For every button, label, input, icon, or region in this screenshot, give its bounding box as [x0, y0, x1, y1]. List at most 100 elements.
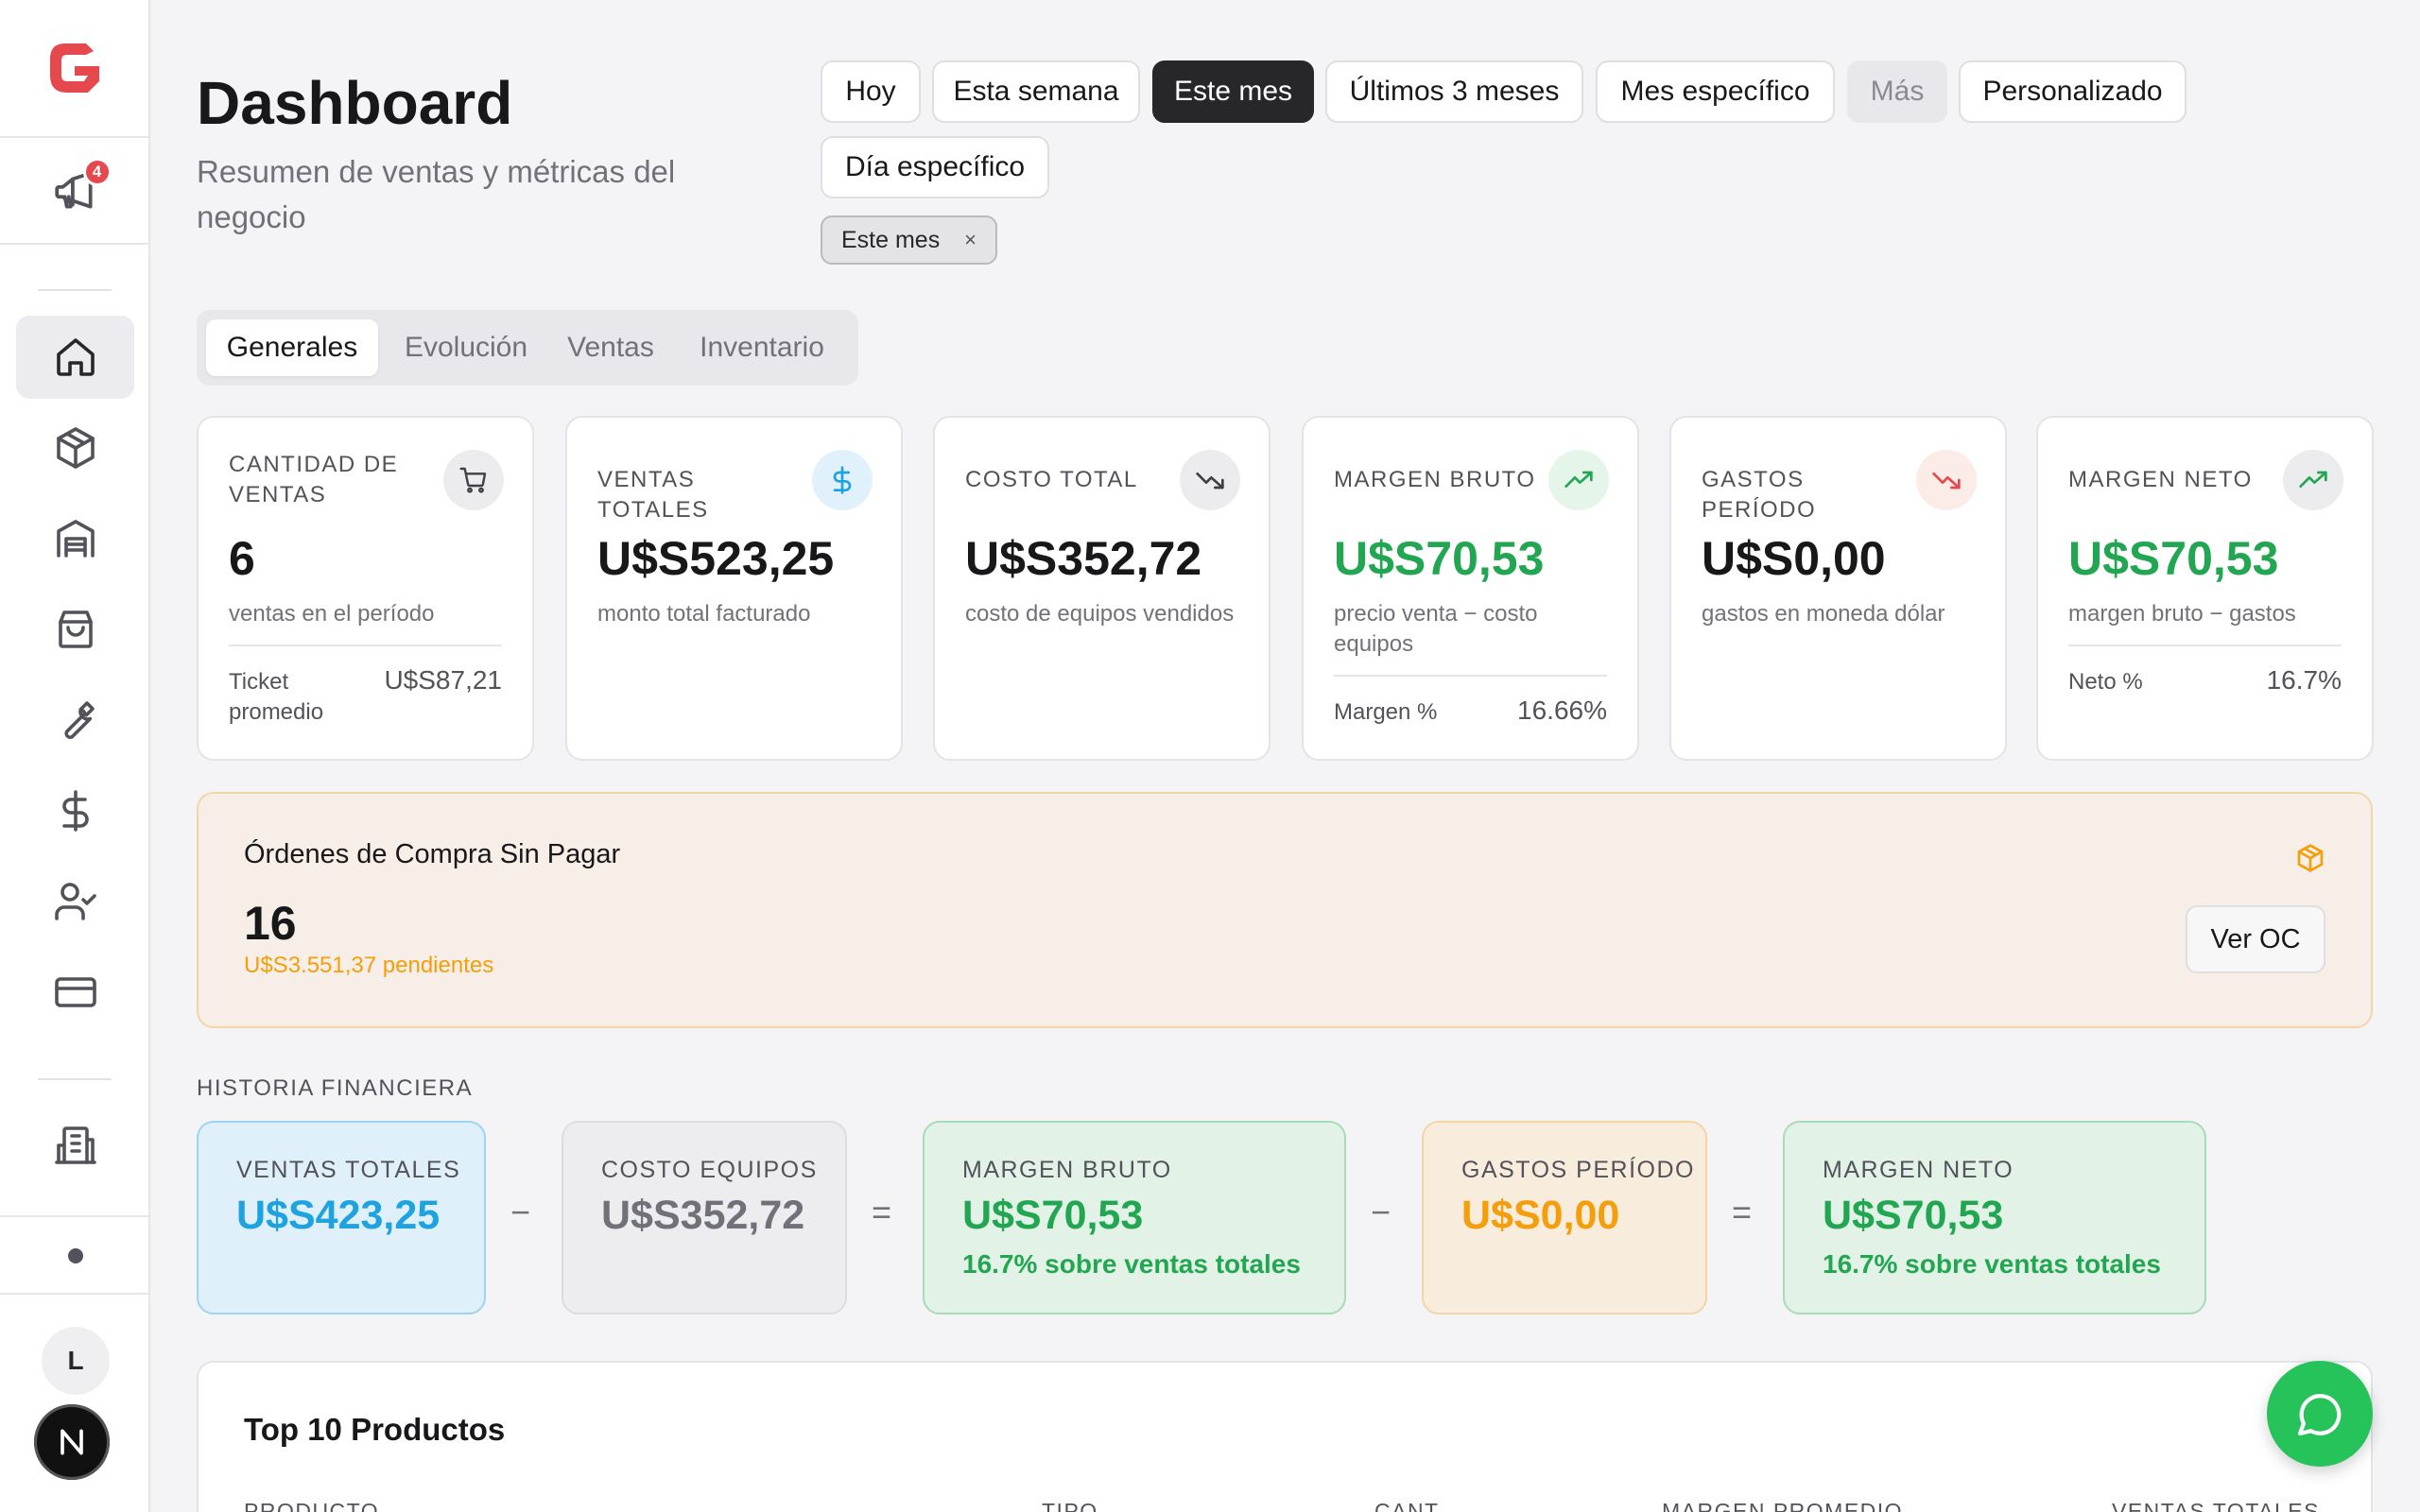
history-net-margin: MARGEN NETO U$S70,53 16.7% sobre ventas … — [1783, 1121, 2206, 1314]
page-subtitle: Resumen de ventas y métricas del negocio — [197, 154, 676, 234]
nav-inventory[interactable] — [16, 497, 134, 580]
filter-more[interactable]: Más — [1847, 60, 1947, 123]
package-icon — [2297, 844, 2324, 872]
filter-this-week[interactable]: Esta semana — [932, 60, 1140, 123]
shopping-bag-icon — [58, 610, 93, 648]
kpi-card-period-expenses: GASTOS PERÍODO U$S0,00 gastos en moneda … — [1669, 416, 2007, 761]
kpi-value: U$S70,53 — [1334, 532, 1545, 585]
n-logo-icon — [60, 1429, 83, 1455]
kpi-card-sales-count: CANTIDAD DE VENTAS 6 ventas en el períod… — [197, 416, 534, 761]
tab-inventario[interactable]: Inventario — [677, 319, 847, 376]
history-period-expenses: GASTOS PERÍODO U$S0,00 — [1422, 1121, 1707, 1314]
filter-specific-month[interactable]: Mes específico — [1596, 60, 1835, 123]
user-avatar[interactable]: L — [42, 1327, 110, 1395]
history-value: U$S0,00 — [1461, 1193, 1620, 1238]
filter-this-month[interactable]: Este mes — [1152, 60, 1314, 123]
history-value: U$S70,53 — [962, 1193, 1144, 1238]
chip-close-icon[interactable]: × — [964, 228, 977, 252]
app-logo[interactable] — [0, 0, 148, 138]
sidebar: 4 L — [0, 0, 150, 1512]
kpi-value: U$S0,00 — [1702, 532, 1886, 585]
page-title: Dashboard — [197, 69, 513, 137]
tab-generales[interactable]: Generales — [206, 319, 378, 376]
chip-label: Este mes — [841, 226, 941, 253]
history-subtext: 16.7% sobre ventas totales — [1823, 1249, 2161, 1279]
wrench-icon — [63, 701, 95, 739]
kpi-value: U$S70,53 — [2068, 532, 2279, 585]
sidebar-divider — [38, 1078, 112, 1080]
nav-company[interactable] — [16, 1104, 134, 1187]
credit-card-icon — [54, 977, 96, 1007]
filter-specific-day[interactable]: Día específico — [821, 136, 1049, 198]
kpi-label: VENTAS TOTALES — [597, 467, 709, 523]
next-dev-badge[interactable] — [34, 1404, 110, 1480]
logo-icon — [49, 43, 99, 93]
kpi-card-total-cost: COSTO TOTAL U$S352,72 costo de equipos v… — [933, 416, 1270, 761]
kpi-value: U$S352,72 — [965, 532, 1202, 585]
tab-evolucion[interactable]: Evolución — [386, 319, 546, 376]
kpi-value: 6 — [229, 532, 255, 585]
home-icon — [56, 338, 95, 376]
kpi-divider — [229, 644, 502, 646]
kpi-footer-label: Margen % — [1334, 699, 1438, 725]
unpaid-orders-banner: Órdenes de Compra Sin Pagar 16 U$S3.551,… — [197, 792, 2373, 1028]
kpi-label: GASTOS PERÍODO — [1702, 467, 1817, 523]
kpi-description: gastos en moneda dólar — [1702, 601, 1945, 627]
trending-down-red-icon — [1916, 450, 1977, 510]
nav-products[interactable] — [16, 406, 134, 490]
orders-count: 16 — [244, 897, 297, 950]
history-label: VENTAS TOTALES — [236, 1157, 461, 1183]
operator-equals: = — [872, 1193, 892, 1231]
history-value: U$S70,53 — [1823, 1193, 2004, 1238]
filter-today[interactable]: Hoy — [821, 60, 921, 123]
nav-finance[interactable] — [16, 769, 134, 852]
sidebar-separator — [0, 1293, 150, 1295]
sidebar-divider — [38, 289, 112, 291]
kpi-description: margen bruto − gastos — [2068, 601, 2296, 627]
nav-shopping[interactable] — [16, 588, 134, 671]
column-header[interactable]: CANT. — [1374, 1499, 1444, 1512]
column-header[interactable]: PRODUCTO — [244, 1499, 379, 1512]
tab-ventas[interactable]: Ventas — [550, 319, 671, 376]
history-value: U$S423,25 — [236, 1193, 441, 1238]
kpi-footer-value: U$S87,21 — [384, 665, 502, 695]
nav-clients[interactable] — [16, 860, 134, 943]
warehouse-icon — [56, 520, 95, 558]
kpi-description: precio venta − costo equipos — [1334, 601, 1538, 657]
active-filter-chip: Este mes × — [821, 215, 997, 265]
column-header[interactable]: MARGEN PROMEDIO — [1662, 1499, 1903, 1512]
cart-icon — [443, 450, 504, 510]
building-icon — [54, 1126, 96, 1164]
kpi-divider — [1334, 675, 1607, 677]
trending-down-icon — [1180, 450, 1240, 510]
trending-up-icon — [2283, 450, 2343, 510]
kpi-footer-label: Ticket promedio — [229, 669, 324, 725]
nav-repairs[interactable] — [16, 679, 134, 762]
column-header[interactable]: TIPO — [1042, 1499, 1098, 1512]
history-subtext: 16.7% sobre ventas totales — [962, 1249, 1301, 1279]
announcements[interactable]: 4 — [0, 138, 148, 245]
whatsapp-chat-button[interactable] — [2267, 1361, 2373, 1467]
nav-payments[interactable] — [16, 951, 134, 1034]
sidebar-separator — [0, 1215, 150, 1217]
view-orders-button[interactable]: Ver OC — [2186, 905, 2325, 973]
column-header[interactable]: VENTAS TOTALES — [2112, 1499, 2320, 1512]
history-label: GASTOS PERÍODO — [1461, 1157, 1695, 1183]
history-total-sales: VENTAS TOTALES U$S423,25 — [197, 1121, 486, 1314]
kpi-description: monto total facturado — [597, 601, 811, 627]
notification-badge: 4 — [82, 157, 112, 186]
kpi-label: MARGEN NETO — [2068, 467, 2253, 492]
kpi-label: COSTO TOTAL — [965, 467, 1138, 492]
top-products-title: Top 10 Productos — [244, 1412, 506, 1447]
filter-last-3-months[interactable]: Últimos 3 meses — [1325, 60, 1583, 123]
filter-custom[interactable]: Personalizado — [1959, 60, 2187, 123]
nav-home[interactable] — [16, 316, 134, 399]
more-indicator[interactable] — [68, 1248, 83, 1263]
kpi-label: MARGEN BRUTO — [1334, 467, 1536, 492]
orders-title: Órdenes de Compra Sin Pagar — [244, 839, 621, 869]
package-icon — [56, 427, 95, 469]
kpi-description: ventas en el período — [229, 601, 435, 627]
kpi-card-gross-margin: MARGEN BRUTO U$S70,53 precio venta − cos… — [1302, 416, 1639, 761]
kpi-card-total-sales: VENTAS TOTALES U$S523,25 monto total fac… — [565, 416, 903, 761]
history-gross-margin: MARGEN BRUTO U$S70,53 16.7% sobre ventas… — [923, 1121, 1346, 1314]
